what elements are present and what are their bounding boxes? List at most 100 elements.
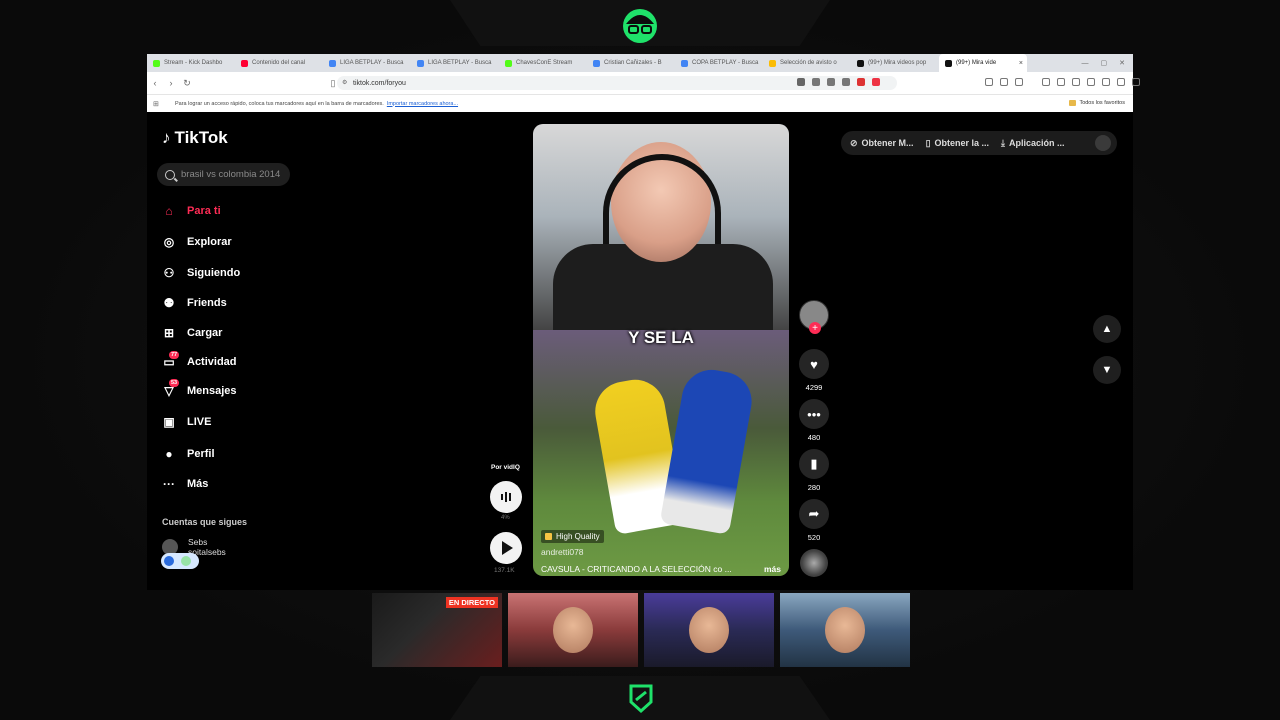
address-toolbar: ‹ › ↻ ▯ ⚙ tiktok.com/foryou	[147, 72, 1140, 94]
video-author[interactable]: andretti078	[541, 547, 584, 557]
tab-label: LIGA BETPLAY - Busca	[428, 60, 492, 66]
reload-icon[interactable]: ↻	[179, 78, 195, 89]
extension-icon[interactable]	[812, 78, 820, 86]
site-info-icon[interactable]: ⚙	[342, 79, 347, 86]
get-app-button[interactable]: ▯ Obtener la ...	[926, 138, 989, 149]
zoom-icon[interactable]	[827, 78, 835, 86]
sidebar-item-ms[interactable]: ··· Más	[162, 469, 312, 499]
search-input[interactable]	[181, 169, 291, 180]
video-description-row: CAVSULA - CRITICANDO A LA SELECCIÓN co .…	[541, 564, 781, 574]
extension-icon[interactable]	[857, 78, 865, 86]
like-action[interactable]: ♥ 4299	[799, 349, 829, 392]
notification-badge: 53	[169, 379, 180, 387]
friends-icon: ⚉	[163, 296, 175, 310]
close-tab-icon[interactable]: ×	[1019, 60, 1027, 67]
browser-tab[interactable]: ChavesConE Stream	[499, 54, 587, 72]
favicon-icon	[857, 59, 864, 67]
omnibox-icons	[797, 78, 880, 86]
play-icon[interactable]	[490, 532, 522, 564]
search-box[interactable]	[157, 163, 291, 186]
extension-icon[interactable]	[797, 78, 805, 86]
bookmark-icon[interactable]: ▮	[799, 449, 829, 479]
more-icon: ···	[163, 477, 175, 491]
back-icon[interactable]: ‹	[147, 78, 163, 88]
follow-plus-icon[interactable]: +	[809, 322, 821, 334]
browser-tab[interactable]: Stream - Kick Dashbo	[147, 54, 235, 72]
more-link[interactable]: más	[764, 564, 781, 574]
video-player[interactable]: Y SE LA High Quality andretti078 CAVSULA…	[533, 124, 789, 576]
extension-icon[interactable]	[872, 78, 880, 86]
streamer-logo-icon	[623, 9, 657, 43]
sidebar-item-mensajes[interactable]: ▽ 53 Mensajes	[162, 376, 312, 406]
sidebar-item-explorar[interactable]: ◎ Explorar	[162, 226, 312, 258]
import-bookmarks-link[interactable]: Importar marcadores ahora...	[387, 101, 458, 107]
extension-icon[interactable]	[1087, 78, 1095, 86]
forward-icon[interactable]: ›	[163, 78, 179, 88]
get-coins-button[interactable]: ⊘ Obtener M...	[850, 138, 914, 149]
vidiq-label: Por vidIQ	[491, 464, 520, 471]
sidebar-item-perfil[interactable]: ● Perfil	[162, 438, 312, 469]
browser-tab[interactable]: COPA BETPLAY - Busca	[675, 54, 763, 72]
download-app-label: Aplicación ...	[1009, 138, 1065, 148]
save-action[interactable]: ▮ 280	[799, 449, 829, 492]
extension-icon[interactable]	[1102, 78, 1110, 86]
sidebar-item-label: Cargar	[187, 327, 223, 339]
bookmarks-bar: ⊞ Para lograr un acceso rápido, coloca t…	[147, 94, 1133, 112]
browser-tab[interactable]: (99+) Mira vide ×	[939, 54, 1027, 72]
menu-icon[interactable]	[1132, 78, 1140, 86]
extension-icon[interactable]	[1000, 78, 1008, 86]
close-window-icon[interactable]: ✕	[1119, 59, 1125, 67]
tiktok-logo[interactable]: ♪ TikTok	[162, 128, 228, 148]
compass-icon: ◎	[163, 235, 175, 249]
sidebar-nav: ⌂ Para ti ◎ Explorar ⚇ Siguiendo ⚉ Friends ⊞ Carg…	[162, 196, 312, 499]
chevron-down-icon[interactable]: ▼	[1093, 356, 1121, 384]
browser-tab[interactable]: (99+) Mira videos pop	[851, 54, 939, 72]
share-icon[interactable]	[842, 78, 850, 86]
sidebar-icon[interactable]	[1057, 78, 1065, 86]
quality-badge: High Quality	[541, 530, 604, 543]
vidiq-stats-button[interactable]	[490, 481, 522, 513]
tab-label: Contenido del canal	[252, 60, 306, 66]
share-action[interactable]: ➦ 520	[799, 499, 829, 542]
notification-badge: 77	[169, 351, 180, 359]
sidebar-item-live[interactable]: ▣ LIVE	[162, 406, 312, 438]
play-count: 137.1K	[494, 567, 515, 574]
browser-tab[interactable]: Cristian Cañizales - B	[587, 54, 675, 72]
download-app-button[interactable]: ⤓ Aplicación ...	[1001, 138, 1065, 149]
maximize-icon[interactable]: ▢	[1101, 59, 1108, 67]
sidebar-item-friends[interactable]: ⚉ Friends	[162, 288, 312, 318]
extension-icon[interactable]	[1015, 78, 1023, 86]
browser-tab[interactable]: LIGA BETPLAY - Busca	[323, 54, 411, 72]
sidebar-item-label: Para ti	[187, 205, 221, 217]
comment-action[interactable]: ••• 480	[799, 399, 829, 442]
extension-icon[interactable]	[985, 78, 993, 86]
chevron-up-icon[interactable]: ▲	[1093, 315, 1121, 343]
minimize-icon[interactable]: —	[1082, 60, 1089, 67]
browser-tab[interactable]: Selección de avisto o	[763, 54, 851, 72]
user-avatar[interactable]	[1095, 135, 1111, 151]
media-icon[interactable]	[1042, 78, 1050, 86]
save-count: 280	[807, 483, 821, 492]
comment-icon[interactable]: •••	[799, 399, 829, 429]
sidebar-item-cargar[interactable]: ⊞ Cargar	[162, 318, 312, 348]
music-disc-icon[interactable]	[800, 549, 828, 577]
profile-icon[interactable]	[1117, 78, 1125, 86]
browser-tab[interactable]: LIGA BETPLAY - Busca	[411, 54, 499, 72]
tiktok-wordmark: TikTok	[174, 128, 228, 147]
browser-tab[interactable]: Contenido del canal	[235, 54, 323, 72]
sidebar-item-parati[interactable]: ⌂ Para ti	[162, 196, 312, 226]
overlay-widget[interactable]	[161, 553, 199, 569]
search-icon[interactable]	[165, 169, 175, 180]
get-app-label: Obtener la ...	[934, 138, 990, 148]
heart-icon[interactable]: ♥	[799, 349, 829, 379]
extension-icon[interactable]	[1072, 78, 1080, 86]
home-icon: ⌂	[165, 204, 173, 218]
coin-icon: ⊘	[850, 137, 858, 148]
sidebar-item-siguiendo[interactable]: ⚇ Siguiendo	[162, 258, 312, 288]
tab-strip: Stream - Kick Dashbo Contenido del canal L…	[147, 54, 1133, 72]
sidebar-item-actividad[interactable]: ▭ 77 Actividad	[162, 348, 312, 376]
following-icon: ⚇	[163, 266, 175, 280]
all-bookmarks-button[interactable]: Todos los favoritos	[1069, 100, 1125, 106]
share-arrow-icon[interactable]: ➦	[799, 499, 829, 529]
apps-grid-icon[interactable]: ⊞	[153, 100, 159, 108]
